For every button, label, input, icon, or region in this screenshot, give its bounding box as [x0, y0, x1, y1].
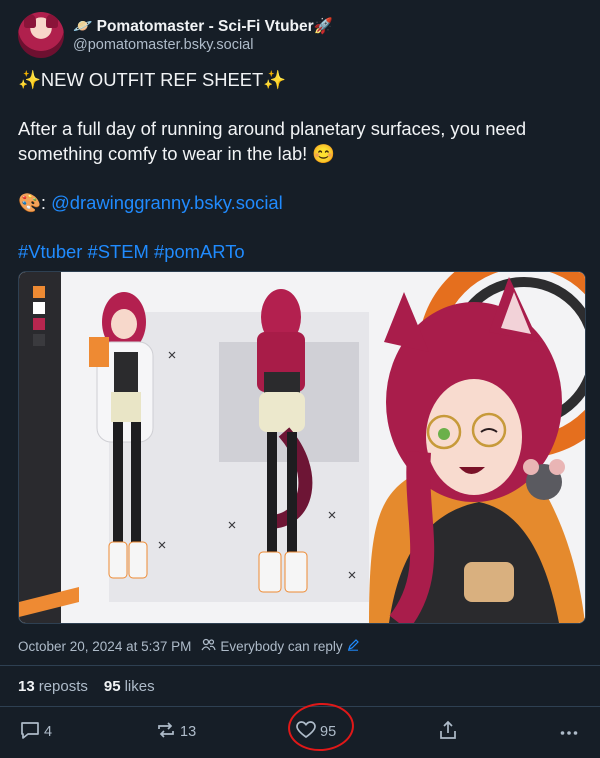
hashtag-link[interactable]: #STEM [88, 241, 149, 262]
handle[interactable]: @pomatomaster.bsky.social [73, 36, 333, 54]
repost-button[interactable]: 13 [156, 718, 196, 746]
likes-stat[interactable]: 95 likes [104, 678, 155, 695]
divider [0, 706, 600, 707]
artist-credit: 🎨: @drawinggranny.bsky.social [18, 191, 578, 216]
artist-prefix: 🎨: [18, 191, 52, 213]
share-button[interactable] [438, 718, 458, 746]
post-headline: ✨NEW OUTFIT REF SHEET✨ [18, 69, 287, 90]
reply-icon [20, 721, 40, 744]
likes-label: likes [124, 678, 155, 695]
artist-mention-link[interactable]: @drawinggranny.bsky.social [51, 192, 283, 213]
reposts-stat[interactable]: 13 reposts [18, 678, 88, 695]
timestamp[interactable]: October 20, 2024 at 5:37 PM [18, 639, 191, 654]
reply-setting[interactable]: Everybody can reply [201, 638, 359, 654]
divider [0, 665, 600, 666]
reposts-label: reposts [38, 678, 88, 695]
hashtags: #Vtuber #STEM #pomARTo [18, 240, 578, 265]
share-icon [438, 720, 458, 744]
reply-button[interactable]: 4 [20, 718, 52, 746]
reposts-count: 13 [18, 678, 35, 695]
post-text: ✨NEW OUTFIT REF SHEET✨ After a full day … [18, 68, 578, 264]
repost-count: 13 [180, 724, 197, 740]
outfit-ref-sheet-illustration [19, 272, 585, 623]
author-text: 🪐 Pomatomaster - Sci-Fi Vtuber🚀 @pomatom… [73, 17, 333, 54]
repost-icon [156, 721, 176, 743]
edit-icon[interactable] [347, 638, 359, 654]
engagement-stats: 13 reposts 95 likes [18, 678, 155, 695]
avatar-ear [24, 14, 36, 28]
avatar[interactable] [18, 12, 64, 58]
hashtag-link[interactable]: #pomARTo [154, 241, 245, 262]
reply-setting-label: Everybody can reply [220, 638, 343, 654]
reply-count: 4 [44, 724, 53, 740]
post-body: After a full day of running around plane… [18, 118, 527, 164]
display-name[interactable]: 🪐 Pomatomaster - Sci-Fi Vtuber🚀 [73, 17, 333, 36]
people-icon [201, 638, 216, 654]
hashtag-link[interactable]: #Vtuber [18, 241, 82, 262]
more-options-button[interactable] [560, 718, 578, 746]
post-meta: October 20, 2024 at 5:37 PM Everybody ca… [18, 638, 359, 654]
post-image[interactable] [18, 271, 586, 624]
avatar-ear [46, 14, 58, 28]
post-author[interactable]: 🪐 Pomatomaster - Sci-Fi Vtuber🚀 @pomatom… [18, 12, 333, 58]
likes-count: 95 [103, 678, 121, 695]
more-icon [560, 724, 578, 740]
